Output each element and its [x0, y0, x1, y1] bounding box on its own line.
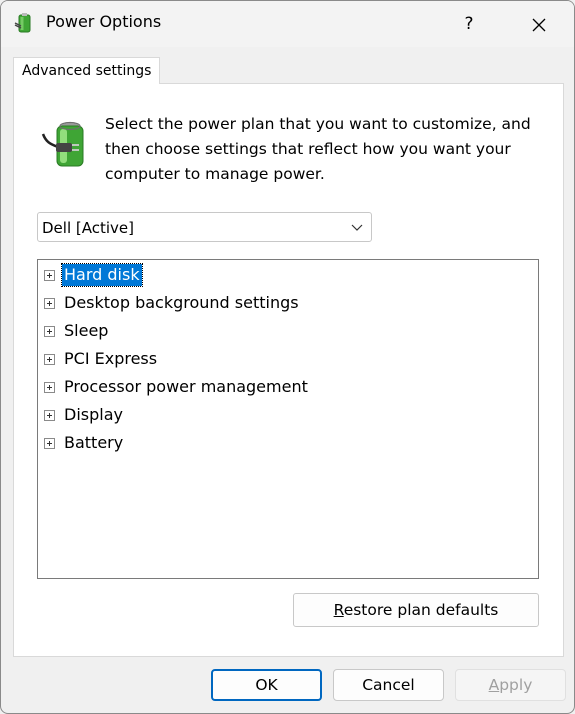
ok-label: OK	[255, 676, 278, 694]
power-plan-dropdown[interactable]: Dell [Active]	[37, 212, 372, 242]
restore-label: estore plan defaults	[343, 601, 499, 619]
tab-advanced-settings[interactable]: Advanced settings	[13, 57, 161, 84]
title-bar[interactable]: Power Options ?	[1, 1, 574, 47]
help-icon: ?	[464, 14, 474, 34]
expand-plus-icon[interactable]	[44, 409, 55, 421]
chevron-down-icon	[351, 224, 363, 231]
expand-plus-icon[interactable]	[44, 381, 55, 393]
power-options-window: Power Options ? Advanced settings Select…	[0, 0, 575, 714]
tree-item-hard-disk[interactable]: Hard disk	[44, 263, 143, 287]
window-title: Power Options	[46, 12, 162, 31]
battery-plug-icon	[41, 121, 84, 167]
instruction-text: Select the power plan that you want to c…	[105, 115, 531, 183]
help-button[interactable]: ?	[450, 5, 488, 43]
tree-item-pci-express[interactable]: PCI Express	[44, 347, 159, 371]
tree-item-desktop-background-settings[interactable]: Desktop background settings	[44, 291, 301, 315]
expand-plus-icon[interactable]	[44, 437, 55, 449]
restore-plan-defaults-button[interactable]: Restore plan defaults	[293, 593, 539, 627]
tree-item-battery[interactable]: Battery	[44, 431, 125, 455]
power-options-icon	[14, 13, 31, 33]
expand-plus-icon[interactable]	[44, 353, 55, 365]
tree-item-label: Desktop background settings	[64, 293, 299, 312]
cancel-label: Cancel	[362, 676, 415, 694]
expand-plus-icon[interactable]	[44, 269, 55, 281]
tree-item-processor-power-management[interactable]: Processor power management	[44, 375, 310, 399]
cancel-button[interactable]: Cancel	[333, 669, 444, 701]
settings-tree[interactable]: Hard disk Desktop background settings Sl…	[37, 259, 539, 579]
expand-plus-icon[interactable]	[44, 325, 55, 337]
tab-label: Advanced settings	[22, 63, 152, 79]
tree-item-label: Processor power management	[64, 377, 308, 396]
restore-accel-key: R	[333, 601, 344, 619]
advanced-settings-panel: Select the power plan that you want to c…	[13, 83, 564, 657]
apply-button[interactable]: Apply	[455, 669, 566, 701]
tree-item-label: PCI Express	[64, 349, 158, 368]
tree-item-label: Sleep	[64, 321, 109, 340]
expand-plus-icon[interactable]	[44, 297, 55, 309]
tree-item-label: Hard disk	[61, 263, 143, 287]
apply-label: pply	[499, 676, 533, 694]
tree-item-label: Display	[64, 405, 123, 424]
close-icon	[532, 18, 546, 31]
close-button[interactable]	[520, 5, 558, 43]
apply-accel-key: A	[488, 676, 500, 694]
tree-item-label: Battery	[64, 433, 124, 452]
power-plan-value: Dell [Active]	[42, 219, 134, 237]
tree-item-display[interactable]: Display	[44, 403, 125, 427]
ok-button[interactable]: OK	[211, 669, 322, 701]
tree-item-sleep[interactable]: Sleep	[44, 319, 110, 343]
